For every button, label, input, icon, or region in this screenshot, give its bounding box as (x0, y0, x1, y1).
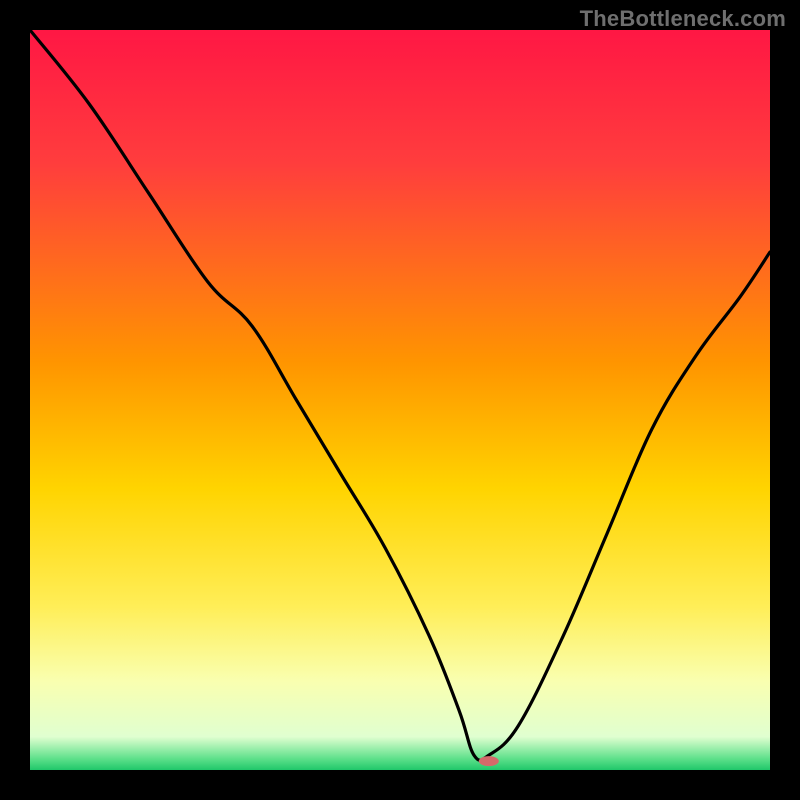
bottleneck-chart (30, 30, 770, 770)
chart-frame: TheBottleneck.com (0, 0, 800, 800)
watermark-text: TheBottleneck.com (580, 6, 786, 32)
plot-area (30, 30, 770, 770)
